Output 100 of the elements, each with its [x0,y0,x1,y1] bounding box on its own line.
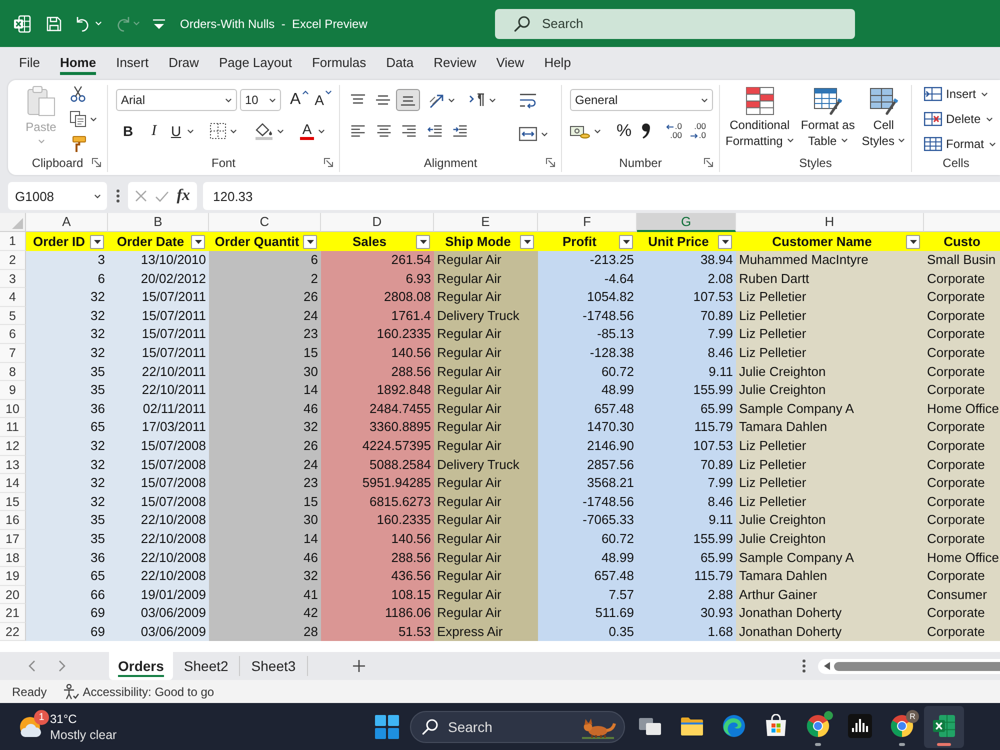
customize-icon[interactable] [152,18,166,28]
row-number: 17 [0,530,26,548]
undo-button[interactable] [76,16,102,32]
cell-styles-button[interactable]: Cell Styles [862,85,906,153]
chevron-right-icon[interactable] [58,660,66,672]
decrease-font-size-button[interactable]: A [314,90,332,110]
column-header[interactable]: E [434,213,538,232]
increase-indent-icon[interactable] [452,125,468,137]
menu-tab[interactable]: Review [424,47,486,78]
table-cell: 140.56 [321,344,434,363]
decrease-decimal-button[interactable]: .00 .0 [684,122,706,140]
scissors-icon[interactable] [70,86,86,102]
plus-icon[interactable] [352,660,365,672]
table-cell: 108.15 [321,586,434,604]
start-icon[interactable] [375,714,399,738]
horizontal-scrollbar[interactable] [818,658,1000,674]
underline-button[interactable]: U [169,120,194,142]
font-color-button[interactable]: A [300,120,325,142]
borders-button[interactable] [210,120,237,142]
font-name-dropdown[interactable]: Arial [116,89,237,111]
font-size-dropdown[interactable]: 10 [240,89,281,111]
column-header[interactable]: C [209,213,321,232]
percent-button[interactable]: % [614,120,634,142]
table-cell: Regular Air [434,530,538,548]
accessibility-icon[interactable] [62,684,79,700]
chevron-left-icon[interactable] [28,660,36,672]
search-field[interactable]: Search [495,8,855,38]
bottom-align-button[interactable] [396,89,420,111]
dialog-launcher-icon[interactable] [546,158,555,167]
align-left-icon[interactable] [350,125,366,137]
menu-tab[interactable]: Help [534,47,581,78]
table-cell: 22/10/2008 [108,511,209,530]
filter-button[interactable] [90,234,104,248]
decrease-indent-icon[interactable] [426,125,442,137]
sheet-tab[interactable]: Orders [109,652,173,680]
sheet-tab[interactable]: Sheet2 [172,656,240,676]
filter-button[interactable] [718,234,732,248]
increase-decimal-button[interactable]: .0 .00 [660,122,682,140]
caret-icon [230,128,237,134]
accessibility-status[interactable]: Accessibility: Good to go [82,684,214,698]
filter-button[interactable] [906,234,920,248]
table-cell: 261.54 [321,251,434,270]
grid-icon [924,137,942,151]
menu-tab[interactable]: Data [376,47,424,78]
column-header[interactable]: G [637,213,736,232]
conditional-formatting-button[interactable]: Conditional Formatting [725,85,794,153]
table-cell: 2.88 [637,586,736,604]
column-header[interactable]: F [538,213,637,232]
check-icon[interactable] [154,190,169,202]
more-options-icon[interactable] [116,189,120,203]
scrollbar-thumb[interactable] [834,662,1000,670]
name-box[interactable]: G1008 [8,182,107,210]
triangle-left-icon[interactable] [824,662,830,670]
dialog-launcher-icon[interactable] [704,158,713,167]
bold-button[interactable]: B [117,120,139,142]
align-center-icon[interactable] [376,125,392,137]
dialog-launcher-icon[interactable] [92,158,101,167]
wrap-text-icon[interactable] [519,93,537,109]
save-icon[interactable] [46,16,62,32]
more-options-icon[interactable] [802,659,806,673]
column-header[interactable]: B [108,213,209,232]
table-cell: 22/10/2011 [108,362,209,382]
table-cell: 42 [209,604,321,623]
table-cell: 14 [209,530,321,548]
filter-button[interactable] [416,234,430,248]
format-cells-button[interactable]: Format [924,136,1000,152]
spreadsheet-logo-icon [13,14,31,32]
formula-field[interactable]: 120.33 [203,182,1000,210]
delete-cells-button[interactable]: Delete [924,111,1000,127]
table-cell: 1892.848 [321,381,434,400]
increase-font-size-button[interactable]: A [290,90,309,110]
insert-cells-button[interactable]: Insert [924,86,1000,102]
number-format-dropdown[interactable]: General [570,89,713,111]
menu-tab[interactable]: File [9,47,50,78]
column-header[interactable]: A [26,213,108,232]
filter-button[interactable] [619,234,633,248]
filter-button[interactable] [191,234,205,248]
row-number: 21 [0,604,26,623]
taskbar-button[interactable]: R [882,706,922,748]
align-right-icon[interactable] [401,125,417,137]
menu-tab[interactable]: Formulas [302,47,376,78]
menu-tab[interactable]: Page Layout [208,47,302,78]
table-cell: 23 [209,325,321,344]
italic-button[interactable]: I [143,120,165,142]
menu-tab[interactable]: Insert [106,47,159,78]
format-as-table-button[interactable]: Format as Table [800,85,855,153]
column-header[interactable]: H [736,213,924,232]
paintbrush-icon[interactable] [70,136,86,152]
menu-tab[interactable]: Draw [158,47,209,78]
menu-tab[interactable]: View [486,47,534,78]
sheet-tab[interactable]: Sheet3 [240,656,308,676]
filter-button[interactable] [303,234,317,248]
copy-button[interactable] [70,111,97,127]
comma-icon[interactable] [641,123,651,139]
table-cell: Regular Air [434,344,538,363]
search-field[interactable]: Search [410,710,625,742]
insert-function-button[interactable]: fx [176,187,190,205]
column-header[interactable]: D [321,213,434,232]
filter-button[interactable] [520,234,534,248]
dialog-launcher-icon[interactable] [324,158,333,167]
